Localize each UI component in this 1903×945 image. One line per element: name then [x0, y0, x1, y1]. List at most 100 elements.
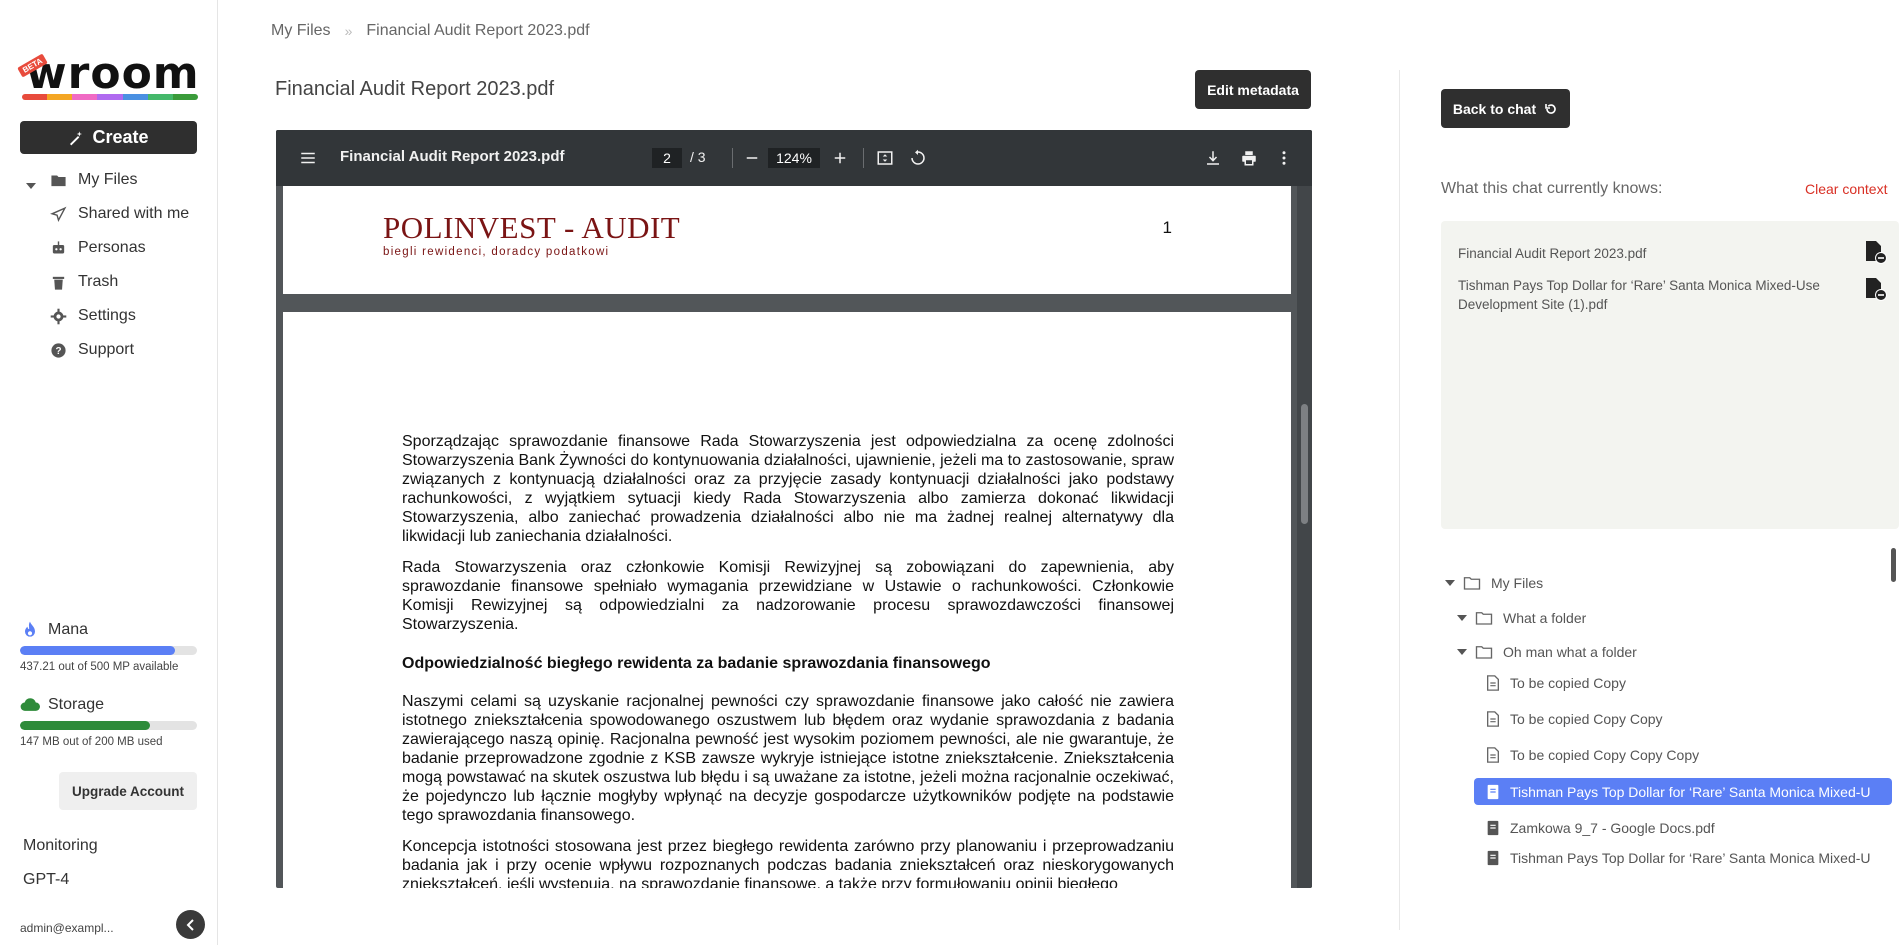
logo-color-segment — [147, 94, 173, 100]
logo-color-segment — [72, 94, 98, 100]
app-logo[interactable]: wroom BETA — [17, 48, 199, 102]
tree-label: To be copied Copy — [1510, 675, 1626, 691]
page-total: / 3 — [690, 149, 706, 165]
breadcrumb-current: Financial Audit Report 2023.pdf — [366, 22, 590, 39]
tree-label: What a folder — [1503, 610, 1587, 626]
tree-label: Zamkowa 9_7 - Google Docs.pdf — [1510, 820, 1715, 836]
sidebar-item-my-files[interactable]: My Files — [48, 168, 138, 192]
folder-icon — [1463, 577, 1481, 590]
document-paragraph: Naszymi celami są uzyskanie racjonalnej … — [402, 693, 1174, 824]
tree-folder[interactable]: What a folder — [1457, 605, 1586, 631]
trash-icon — [48, 273, 68, 291]
upgrade-account-button[interactable]: Upgrade Account — [59, 772, 197, 810]
chevron-left-icon — [186, 918, 194, 931]
sidebar-item-personas[interactable]: Personas — [48, 236, 146, 260]
clear-context-link[interactable]: Clear context — [1805, 181, 1887, 197]
sidebar-item-support[interactable]: ? Support — [48, 338, 134, 362]
remove-file-icon[interactable] — [1862, 276, 1888, 302]
storage-usage: Storage 147 MB out of 200 MB used — [20, 695, 197, 748]
tree-file[interactable]: Tishman Pays Top Dollar for ‘Rare’ Santa… — [1486, 850, 1876, 866]
rotate-icon[interactable] — [907, 147, 929, 169]
create-label: Create — [92, 127, 149, 147]
sidebar-item-label: Trash — [78, 273, 119, 290]
tree-file[interactable]: To be copied Copy Copy — [1486, 706, 1876, 732]
sidebar-item-trash[interactable]: Trash — [48, 270, 118, 294]
storage-progress — [20, 721, 197, 730]
collapse-sidebar-button[interactable] — [176, 910, 205, 939]
user-email[interactable]: admin@exampl... — [20, 921, 114, 935]
panel-scrollbar-thumb[interactable] — [1891, 548, 1896, 582]
document-body: Sporządzając sprawozdanie finansowe Rada… — [402, 432, 1174, 888]
tree-label: My Files — [1491, 575, 1544, 591]
storage-label: Storage — [48, 696, 105, 713]
tree-label: To be copied Copy Copy Copy — [1510, 747, 1700, 763]
context-item: Financial Audit Report 2023.pdf — [1458, 246, 1647, 261]
sidebar-item-settings[interactable]: Settings — [48, 304, 136, 328]
pdf-viewer: Financial Audit Report 2023.pdf 2 / 3 12… — [276, 130, 1312, 888]
help-icon: ? — [48, 341, 68, 359]
pdf-toolbar: Financial Audit Report 2023.pdf 2 / 3 12… — [276, 130, 1312, 186]
sidebar: wroom BETA Create My Files Shared with m… — [0, 0, 218, 945]
document-icon — [1487, 711, 1499, 727]
pdf-page-2: Sporządzając sprawozdanie finansowe Rada… — [283, 312, 1291, 888]
sidebar-item-label: Personas — [78, 239, 146, 256]
breadcrumb: My Files » Financial Audit Report 2023.p… — [271, 22, 590, 40]
storage-text: 147 MB out of 200 MB used — [20, 736, 163, 748]
zoom-out-icon[interactable] — [741, 147, 763, 169]
tree-file-selected[interactable]: Tishman Pays Top Dollar for ‘Rare’ Santa… — [1474, 778, 1892, 805]
model-selector[interactable]: GPT-4 — [23, 871, 69, 889]
create-button[interactable]: Create — [20, 121, 197, 154]
book-icon — [1487, 820, 1499, 836]
zoom-level-input[interactable]: 124% — [768, 148, 820, 168]
back-to-chat-button[interactable]: Back to chat — [1441, 89, 1570, 128]
more-options-icon[interactable] — [1273, 147, 1295, 169]
storage-progress-fill — [20, 721, 151, 730]
remove-file-icon[interactable] — [1862, 239, 1888, 265]
tree-label: To be copied Copy Copy — [1510, 711, 1663, 727]
document-heading: Odpowiedzialność biegłego rewidenta za b… — [402, 655, 991, 672]
menu-icon[interactable] — [297, 147, 319, 169]
company-logo-text: POLINVEST - AUDIT — [383, 210, 681, 245]
pdf-scrollbar[interactable] — [1297, 186, 1312, 888]
logo-text: wroom — [26, 48, 200, 99]
fit-page-icon[interactable] — [874, 147, 896, 169]
chevron-down-icon[interactable] — [26, 181, 36, 191]
monitoring-link[interactable]: Monitoring — [23, 837, 98, 855]
scrollbar-thumb[interactable] — [1301, 404, 1308, 524]
send-icon — [48, 205, 68, 223]
pdf-page-1: POLINVEST - AUDIT biegli rewidenci, dora… — [283, 186, 1291, 294]
context-heading: What this chat currently knows: — [1441, 180, 1663, 197]
tree-file[interactable]: To be copied Copy Copy Copy — [1486, 742, 1876, 768]
cloud-icon — [20, 698, 40, 711]
logo-color-segment — [22, 94, 48, 100]
page-number: 1 — [1162, 218, 1172, 237]
logo-color-segment — [97, 94, 123, 100]
sidebar-item-label: Shared with me — [78, 205, 190, 222]
print-icon[interactable] — [1238, 147, 1260, 169]
mana-progress — [20, 646, 197, 655]
edit-metadata-button[interactable]: Edit metadata — [1195, 70, 1311, 109]
logo-color-bar — [22, 94, 198, 100]
document-icon — [1487, 675, 1499, 691]
tree-folder[interactable]: My Files — [1445, 570, 1543, 596]
sidebar-item-shared[interactable]: Shared with me — [48, 202, 189, 226]
company-tagline: biegli rewidenci, doradcy podatkowi — [383, 246, 610, 258]
download-icon[interactable] — [1202, 147, 1224, 169]
logo-color-segment — [47, 94, 73, 100]
back-to-chat-label: Back to chat — [1452, 100, 1537, 117]
page-title: Financial Audit Report 2023.pdf — [275, 78, 555, 100]
mana-text: 437.21 out of 500 MP available — [20, 661, 179, 673]
logo-color-segment — [122, 94, 148, 100]
toolbar-divider — [732, 148, 733, 168]
panel-divider — [1399, 70, 1400, 930]
pdf-file-name: Financial Audit Report 2023.pdf — [340, 148, 565, 165]
document-paragraph: Koncepcja istotności stosowana jest prze… — [402, 838, 1174, 888]
page-number-input[interactable]: 2 — [652, 148, 682, 168]
zoom-in-icon[interactable] — [829, 147, 851, 169]
book-icon — [1487, 784, 1499, 799]
breadcrumb-root[interactable]: My Files — [271, 22, 331, 40]
mana-progress-fill — [20, 646, 175, 655]
tree-folder[interactable]: Oh man what a folder — [1457, 639, 1637, 665]
tree-file[interactable]: Zamkowa 9_7 - Google Docs.pdf — [1486, 815, 1876, 841]
tree-file[interactable]: To be copied Copy — [1486, 670, 1876, 696]
